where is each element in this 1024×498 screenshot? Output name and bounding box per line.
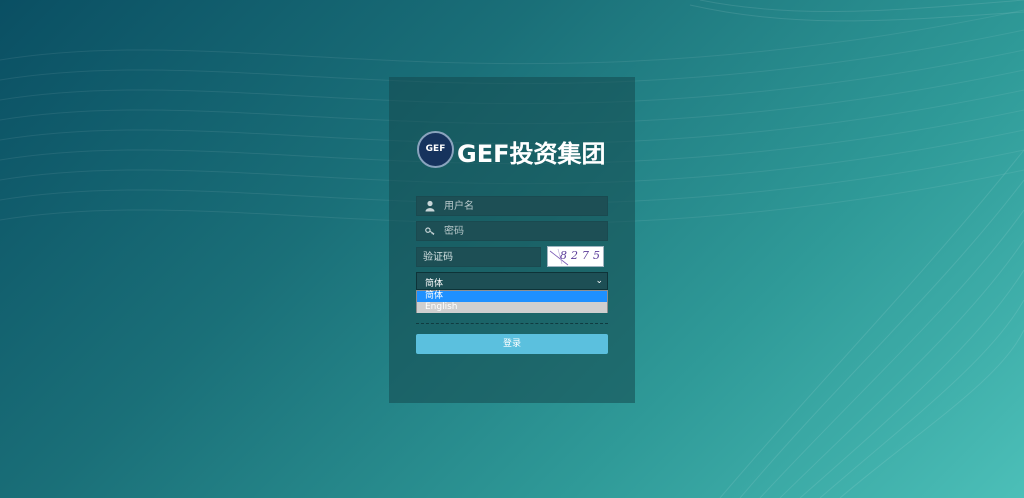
language-option-english[interactable]: English — [417, 302, 607, 313]
language-selected-value: 简体 — [425, 279, 444, 289]
login-panel: GEF GEF投资集团 8275 简体 ⌄ 简体 English — [389, 77, 635, 403]
user-icon — [425, 200, 435, 212]
company-logo: GEF GEF投资集团 — [417, 131, 609, 171]
language-option-simplified[interactable]: 简体 — [417, 291, 607, 302]
chevron-down-icon: ⌄ — [595, 276, 603, 286]
language-dropdown-list: 简体 English — [416, 290, 608, 313]
captcha-code: 8275 — [560, 249, 604, 262]
password-field[interactable] — [416, 221, 608, 241]
logo-emblem: GEF — [417, 131, 454, 168]
captcha-image[interactable]: 8275 — [547, 246, 604, 267]
username-field[interactable] — [416, 196, 608, 216]
login-button[interactable]: 登录 — [416, 334, 608, 354]
divider — [416, 323, 608, 324]
language-select[interactable]: 简体 ⌄ — [416, 272, 608, 290]
key-icon — [425, 227, 435, 236]
password-input[interactable] — [444, 222, 604, 240]
logo-emblem-text: GEF — [425, 144, 446, 154]
captcha-input[interactable] — [423, 248, 538, 266]
username-input[interactable] — [444, 197, 604, 215]
logo-brand-text: GEF投资集团 — [457, 140, 606, 168]
captcha-field[interactable] — [416, 247, 541, 267]
